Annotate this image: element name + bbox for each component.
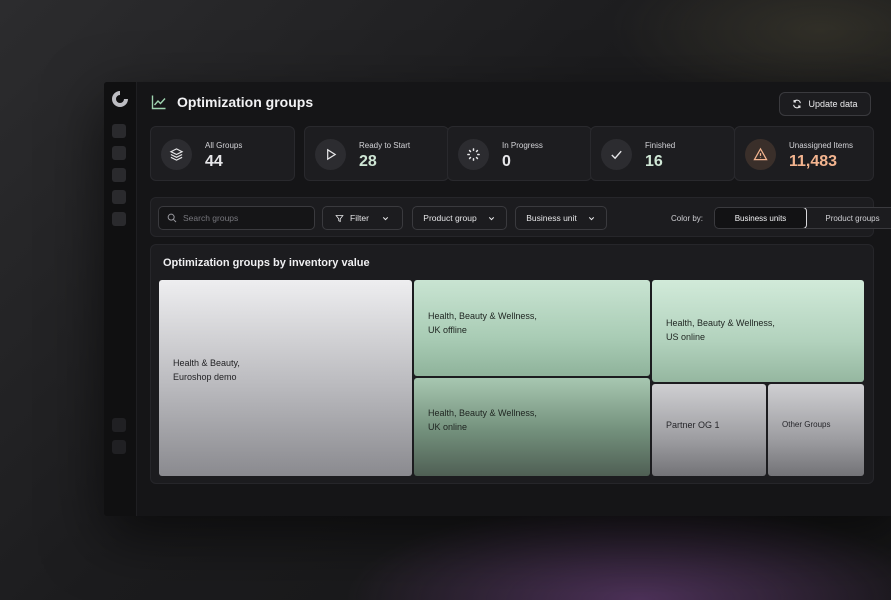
stat-icon-wrap (315, 139, 346, 170)
stat-label: All Groups (205, 141, 243, 150)
treemap-title: Optimization groups by inventory value (163, 257, 370, 269)
filter-icon (335, 214, 344, 222)
treemap-tile-other-groups[interactable]: Other Groups (768, 384, 864, 476)
business-unit-dropdown[interactable]: Business unit (515, 206, 607, 230)
line-chart-icon (151, 95, 166, 110)
app-logo-icon[interactable] (110, 89, 130, 109)
stat-icon-wrap (601, 139, 632, 170)
sidebar-item[interactable] (112, 418, 126, 432)
tile-label: Other Groups (782, 420, 831, 429)
page-header: Optimization groups (151, 94, 313, 110)
stat-card-ready-to-start[interactable]: Ready to Start 28 (304, 126, 449, 181)
sidebar-item[interactable] (112, 124, 126, 138)
stat-value: 28 (359, 153, 377, 170)
stat-value: 0 (502, 153, 511, 170)
product-group-dropdown[interactable]: Product group (412, 206, 507, 230)
stat-icon-wrap (161, 139, 192, 170)
color-option-business-units[interactable]: Business units (715, 208, 807, 228)
business-unit-label: Business unit (526, 213, 577, 223)
tile-label: Health, Beauty & Wellness, UK offline (428, 311, 537, 335)
treemap-tile-us-online[interactable]: Health, Beauty & Wellness, US online (652, 280, 864, 382)
treemap-tile-euroshop-demo[interactable]: Health & Beauty, Euroshop demo (159, 280, 412, 476)
warning-icon (753, 147, 768, 161)
color-by-label: Color by: (671, 214, 704, 223)
main-content: Optimization groups Update data All Grou… (137, 82, 891, 516)
stat-value: 11,483 (789, 153, 838, 170)
filter-label: Filter (350, 213, 369, 223)
update-data-label: Update data (808, 99, 858, 109)
stat-label: Ready to Start (359, 141, 411, 150)
progress-icon (467, 148, 480, 161)
treemap-tile-uk-offline[interactable]: Health, Beauty & Wellness, UK offline (414, 280, 650, 376)
product-group-label: Product group (423, 213, 477, 223)
filter-toolbar: Filter Product group Business unit Color… (150, 197, 891, 237)
check-icon (611, 150, 622, 160)
stat-label: Finished (645, 141, 676, 150)
search-box[interactable] (158, 206, 315, 230)
stat-card-all-groups[interactable]: All Groups 44 (150, 126, 295, 181)
sidebar-item[interactable] (112, 146, 126, 160)
update-data-button[interactable]: Update data (779, 92, 871, 116)
tile-label: Health & Beauty, Euroshop demo (173, 358, 240, 382)
color-option-product-groups[interactable]: Product groups (807, 208, 891, 228)
tile-label: Health, Beauty & Wellness, US online (666, 318, 775, 342)
stat-card-finished[interactable]: Finished 16 (590, 126, 735, 181)
treemap-panel: Optimization groups by inventory value H… (150, 244, 874, 484)
chevron-down-icon (382, 216, 389, 220)
sidebar-item[interactable] (112, 168, 126, 182)
tile-label: Partner OG 1 (666, 420, 720, 430)
stat-label: Unassigned Items (789, 141, 854, 150)
treemap-tile-partner-og-1[interactable]: Partner OG 1 (652, 384, 766, 476)
sidebar-item[interactable] (112, 190, 126, 204)
refresh-icon (793, 99, 802, 109)
stat-label: In Progress (502, 141, 543, 150)
treemap-tile-uk-online[interactable]: Health, Beauty & Wellness, UK online (414, 378, 650, 476)
stat-card-in-progress[interactable]: In Progress 0 (447, 126, 592, 181)
stat-icon-wrap (458, 139, 489, 170)
stat-card-unassigned-items[interactable]: Unassigned Items 11,483 (734, 126, 874, 181)
sidebar-rail (104, 82, 137, 516)
chevron-down-icon (488, 216, 494, 220)
filter-button[interactable]: Filter (322, 206, 403, 230)
tile-label: Health, Beauty & Wellness, UK online (428, 408, 537, 432)
stat-icon-wrap (745, 139, 776, 170)
stat-value: 16 (645, 153, 663, 170)
search-icon (167, 213, 177, 223)
layers-icon (169, 148, 184, 161)
color-by-toggle: Business units Product groups (714, 207, 891, 229)
search-input[interactable] (183, 213, 303, 223)
sidebar-item[interactable] (112, 212, 126, 226)
chevron-down-icon (588, 216, 594, 220)
sidebar-item[interactable] (112, 440, 126, 454)
app-window: Optimization groups Update data All Grou… (104, 82, 891, 516)
play-icon (327, 148, 337, 161)
stat-value: 44 (205, 153, 223, 170)
page-title: Optimization groups (177, 94, 314, 110)
